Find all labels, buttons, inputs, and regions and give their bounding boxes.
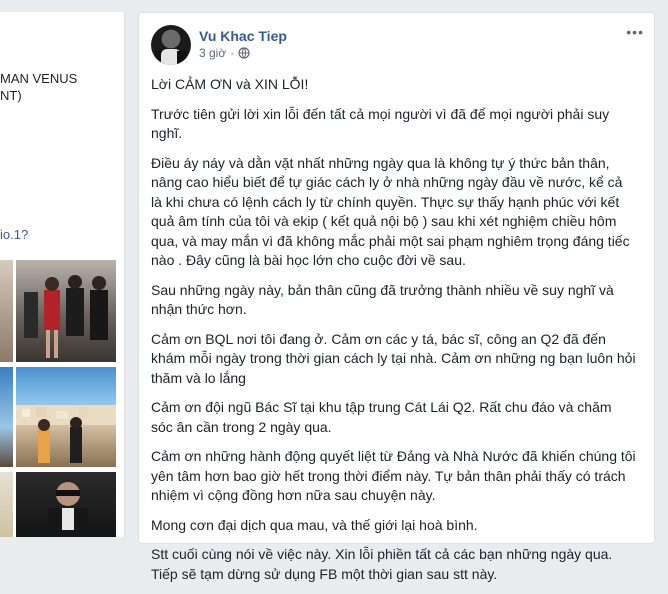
post-paragraph: Stt cuối cùng nói về việc này. Xin lỗi p…	[151, 546, 613, 582]
post-paragraph: Trước tiên gửi lời xin lỗi đến tất cả mọ…	[151, 105, 610, 142]
avatar[interactable]	[151, 25, 191, 65]
photo-coast-graphic	[16, 405, 116, 463]
photo-thumbnail[interactable]	[0, 367, 13, 467]
post-body: Lời CẢM ƠN và XIN LỖI! Trước tiên gửi lờ…	[151, 75, 636, 594]
sidebar-text: MAN VENUS NT)	[0, 70, 77, 104]
post-paragraph: Mong cơn đại dịch qua mau, và thế giới l…	[151, 516, 478, 533]
more-options-icon[interactable]: •••	[626, 24, 644, 40]
post-paragraph: Sau những ngày này, bản thân cũng đã trư…	[151, 281, 614, 318]
post-paragraph: Lời CẢM ƠN và XIN LỖI!	[151, 76, 309, 92]
left-column: MAN VENUS NT) io.1?	[0, 12, 125, 537]
sidebar-text-line2: NT)	[0, 88, 22, 103]
post-paragraph: Cảm ơn BQL nơi tôi đang ở. Cảm ơn các y …	[151, 330, 636, 386]
post-meta: 3 giờ ·	[199, 46, 250, 60]
globe-icon[interactable]	[238, 47, 250, 59]
sidebar-link[interactable]: io.1?	[0, 227, 28, 242]
avatar-jacket-right	[177, 51, 187, 65]
post-paragraph: Cảm ơn đội ngũ Bác Sĩ tại khu tập trung …	[151, 399, 612, 435]
photo-thumbnail[interactable]	[16, 472, 116, 537]
photo-portrait-graphic	[48, 482, 88, 537]
post-paragraph: Điều áy náy và dằn vặt nhất những ngày q…	[151, 154, 630, 269]
sidebar-text-line1: MAN VENUS	[0, 71, 78, 86]
photo-people-graphic	[24, 275, 108, 358]
post-time[interactable]: 3 giờ	[199, 46, 226, 60]
photo-thumbnail[interactable]	[16, 367, 116, 467]
photo-thumbnail[interactable]	[16, 260, 116, 362]
author-name[interactable]: Vu Khac Tiep	[199, 28, 287, 44]
photo-thumbnail[interactable]	[0, 260, 13, 362]
post-paragraph: Cảm ơn những hành động quyết liệt từ Đản…	[151, 448, 636, 503]
post-card: Vu Khac Tiep 3 giờ · ••• Lời CẢM ƠN và X…	[138, 12, 655, 582]
photo-thumbnail[interactable]	[0, 472, 13, 537]
meta-separator: ·	[230, 46, 235, 60]
